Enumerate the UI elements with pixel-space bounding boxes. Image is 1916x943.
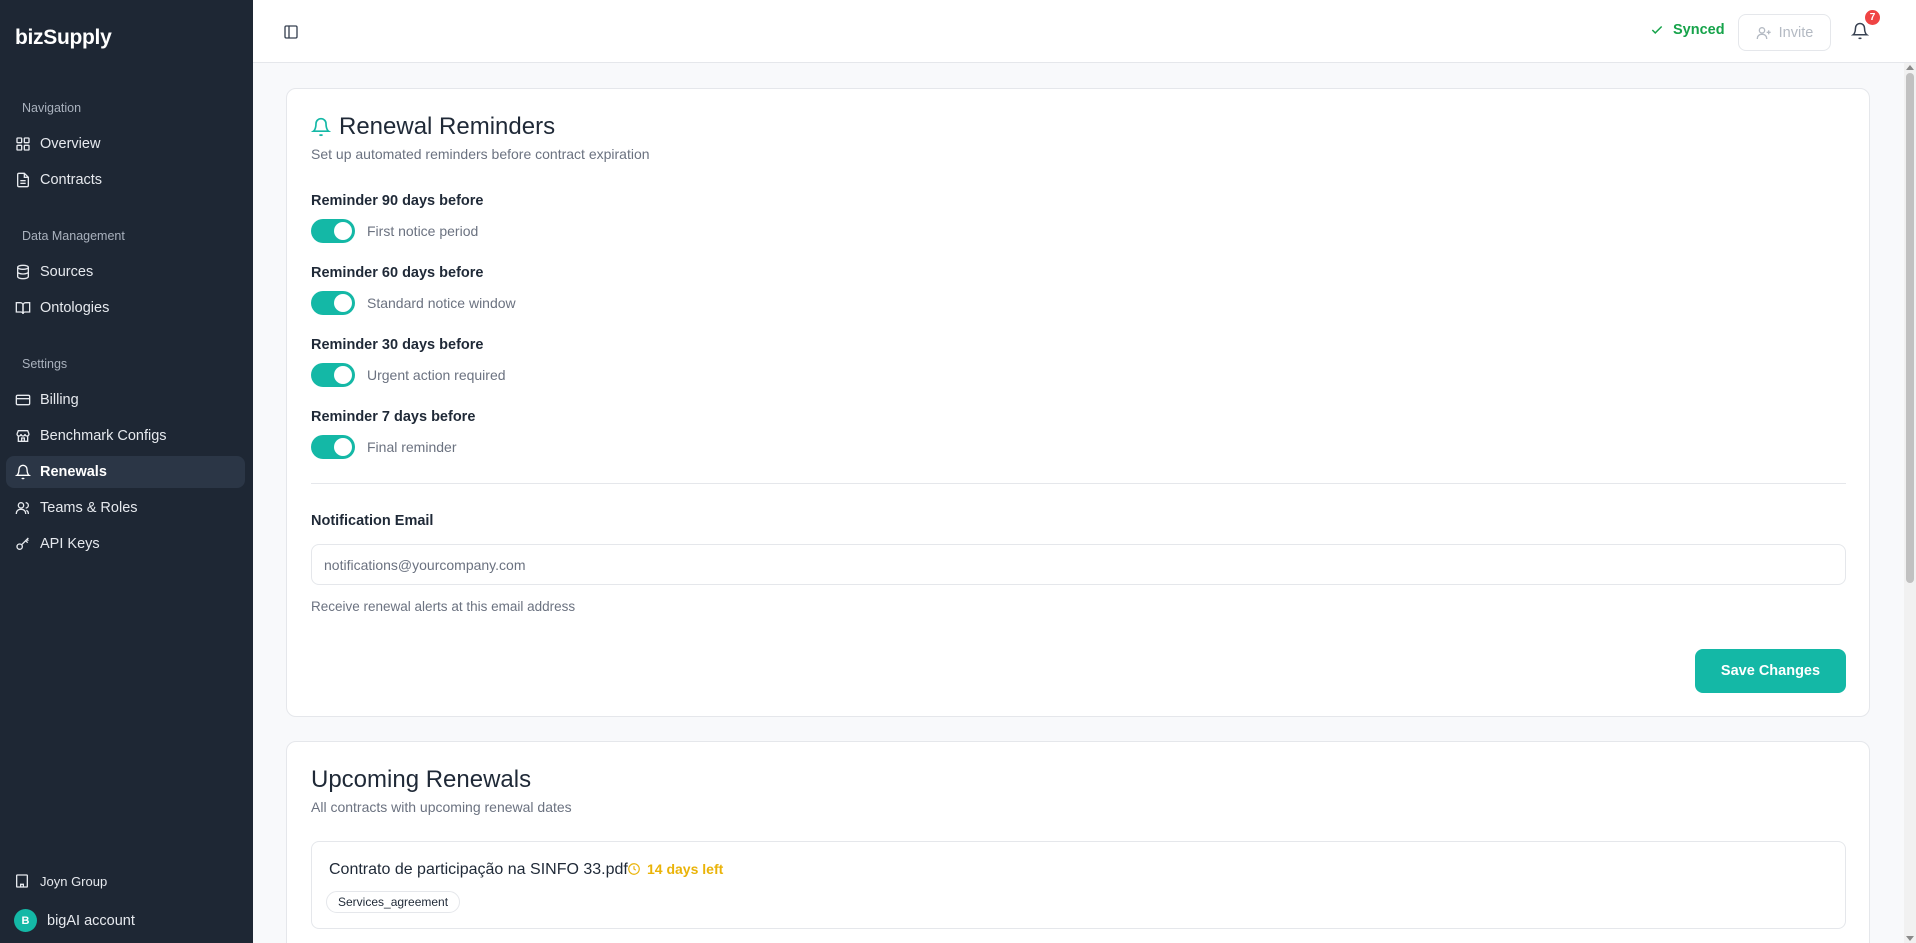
avatar: B	[14, 909, 37, 932]
sidebar-item-label: Sources	[40, 264, 94, 280]
sidebar-item-label: Teams & Roles	[40, 500, 138, 516]
data-management-section-title: Data Management	[22, 229, 125, 243]
reminder-7-row: Final reminder	[311, 435, 456, 459]
nav-section-title: Navigation	[22, 101, 82, 115]
sidebar-item-ontologies[interactable]: Ontologies	[6, 292, 245, 324]
notifications-bell-icon[interactable]	[1851, 22, 1869, 40]
renewal-reminders-card: Renewal Reminders Set up automated remin…	[286, 88, 1870, 717]
bell-icon	[15, 464, 31, 480]
card-title: Renewal Reminders	[311, 113, 555, 141]
grid-icon	[16, 137, 30, 151]
days-left-text: 14 days left	[647, 861, 724, 877]
sync-status-label: Synced	[1673, 22, 1725, 38]
sidebar-item-billing[interactable]: Billing	[6, 384, 245, 416]
reminder-90-label: Reminder 90 days before	[311, 193, 484, 209]
building-icon	[16, 874, 28, 888]
contract-type-tag: Services_agreement	[326, 891, 461, 913]
sidebar-item-label: API Keys	[40, 536, 100, 552]
reminder-7-toggle[interactable]	[311, 435, 355, 459]
upcoming-renewals-card: Upcoming Renewals All contracts with upc…	[286, 741, 1870, 943]
save-changes-button[interactable]: Save Changes	[1695, 649, 1846, 693]
notification-email-label: Notification Email	[311, 513, 434, 529]
book-open-icon	[15, 302, 31, 315]
toggle-knob	[334, 222, 352, 240]
store-icon	[16, 430, 30, 442]
users-icon	[15, 502, 29, 514]
sidebar-item-label: Ontologies	[40, 300, 110, 316]
notification-email-input[interactable]	[311, 544, 1846, 585]
reminder-60-label: Reminder 60 days before	[311, 265, 484, 281]
contract-name: Contrato de participação na SINFO 33.pdf	[329, 861, 628, 878]
top-header: Synced Invite 7	[253, 0, 1916, 63]
sidebar-item-label: Overview	[40, 136, 101, 152]
database-icon	[17, 264, 29, 280]
section-divider	[311, 483, 1846, 484]
clock-icon	[628, 863, 640, 875]
scroll-thumb[interactable]	[1906, 73, 1914, 583]
reminder-description: First notice period	[367, 223, 479, 239]
settings-section-title: Settings	[22, 357, 68, 371]
user-plus-icon	[1756, 26, 1771, 39]
account-menu[interactable]: B bigAI account	[14, 909, 135, 932]
reminder-30-toggle[interactable]	[311, 363, 355, 387]
sidebar-item-label: Benchmark Configs	[40, 428, 167, 444]
org-name: Joyn Group	[40, 873, 108, 889]
days-left-badge: 14 days left	[627, 861, 723, 877]
sidebar-item-label: Renewals	[40, 464, 107, 480]
sidebar-item-contracts[interactable]: Contracts	[6, 164, 245, 196]
file-icon	[17, 172, 29, 188]
sync-status: Synced	[1650, 22, 1725, 38]
card-subtitle: All contracts with upcoming renewal date…	[311, 799, 572, 815]
toggle-knob	[334, 366, 352, 384]
toggle-knob	[334, 438, 352, 456]
org-switcher[interactable]: Joyn Group	[14, 873, 107, 889]
renewal-list-item[interactable]: Contrato de participação na SINFO 33.pdf…	[311, 841, 1846, 929]
email-help-text: Receive renewal alerts at this email add…	[311, 599, 576, 614]
account-name: bigAI account	[47, 912, 135, 929]
sidebar-item-benchmark-configs[interactable]: Benchmark Configs	[6, 420, 245, 452]
scroll-down-arrow-icon[interactable]	[1906, 936, 1914, 941]
sidebar-item-renewals[interactable]: Renewals	[6, 456, 245, 488]
reminder-60-row: Standard notice window	[311, 291, 516, 315]
scroll-up-arrow-icon[interactable]	[1906, 65, 1914, 70]
reminder-90-toggle[interactable]	[311, 219, 355, 243]
sidebar-toggle-icon[interactable]	[283, 24, 299, 40]
card-title-text: Renewal Reminders	[339, 113, 556, 140]
notification-count-badge: 7	[1865, 10, 1880, 25]
page-scrollbar[interactable]	[1904, 63, 1916, 943]
sidebar-item-label: Billing	[40, 392, 79, 408]
bell-icon	[311, 117, 331, 137]
card-title: Upcoming Renewals	[311, 766, 531, 794]
card-subtitle: Set up automated reminders before contra…	[311, 146, 650, 162]
sidebar-item-label: Contracts	[40, 172, 103, 188]
sidebar-item-teams-roles[interactable]: Teams & Roles	[6, 492, 245, 524]
reminder-30-row: Urgent action required	[311, 363, 506, 387]
reminder-description: Standard notice window	[367, 295, 516, 311]
invite-label: Invite	[1778, 24, 1814, 41]
reminder-90-row: First notice period	[311, 219, 478, 243]
sidebar-item-overview[interactable]: Overview	[6, 128, 245, 160]
app-logo: bizSupply	[15, 26, 112, 49]
reminder-description: Urgent action required	[367, 367, 506, 383]
invite-button[interactable]: Invite	[1738, 14, 1831, 51]
reminder-30-label: Reminder 30 days before	[311, 337, 484, 353]
toggle-knob	[334, 294, 352, 312]
credit-card-icon	[15, 394, 31, 406]
sidebar: bizSupply Navigation Overview Contracts …	[0, 0, 253, 943]
card-title-text: Upcoming Renewals	[311, 766, 532, 793]
reminder-description: Final reminder	[367, 439, 457, 455]
key-icon	[16, 537, 29, 550]
reminder-60-toggle[interactable]	[311, 291, 355, 315]
sidebar-item-sources[interactable]: Sources	[6, 256, 245, 288]
check-icon	[1651, 25, 1663, 34]
sidebar-item-api-keys[interactable]: API Keys	[6, 528, 245, 560]
reminder-7-label: Reminder 7 days before	[311, 409, 476, 425]
